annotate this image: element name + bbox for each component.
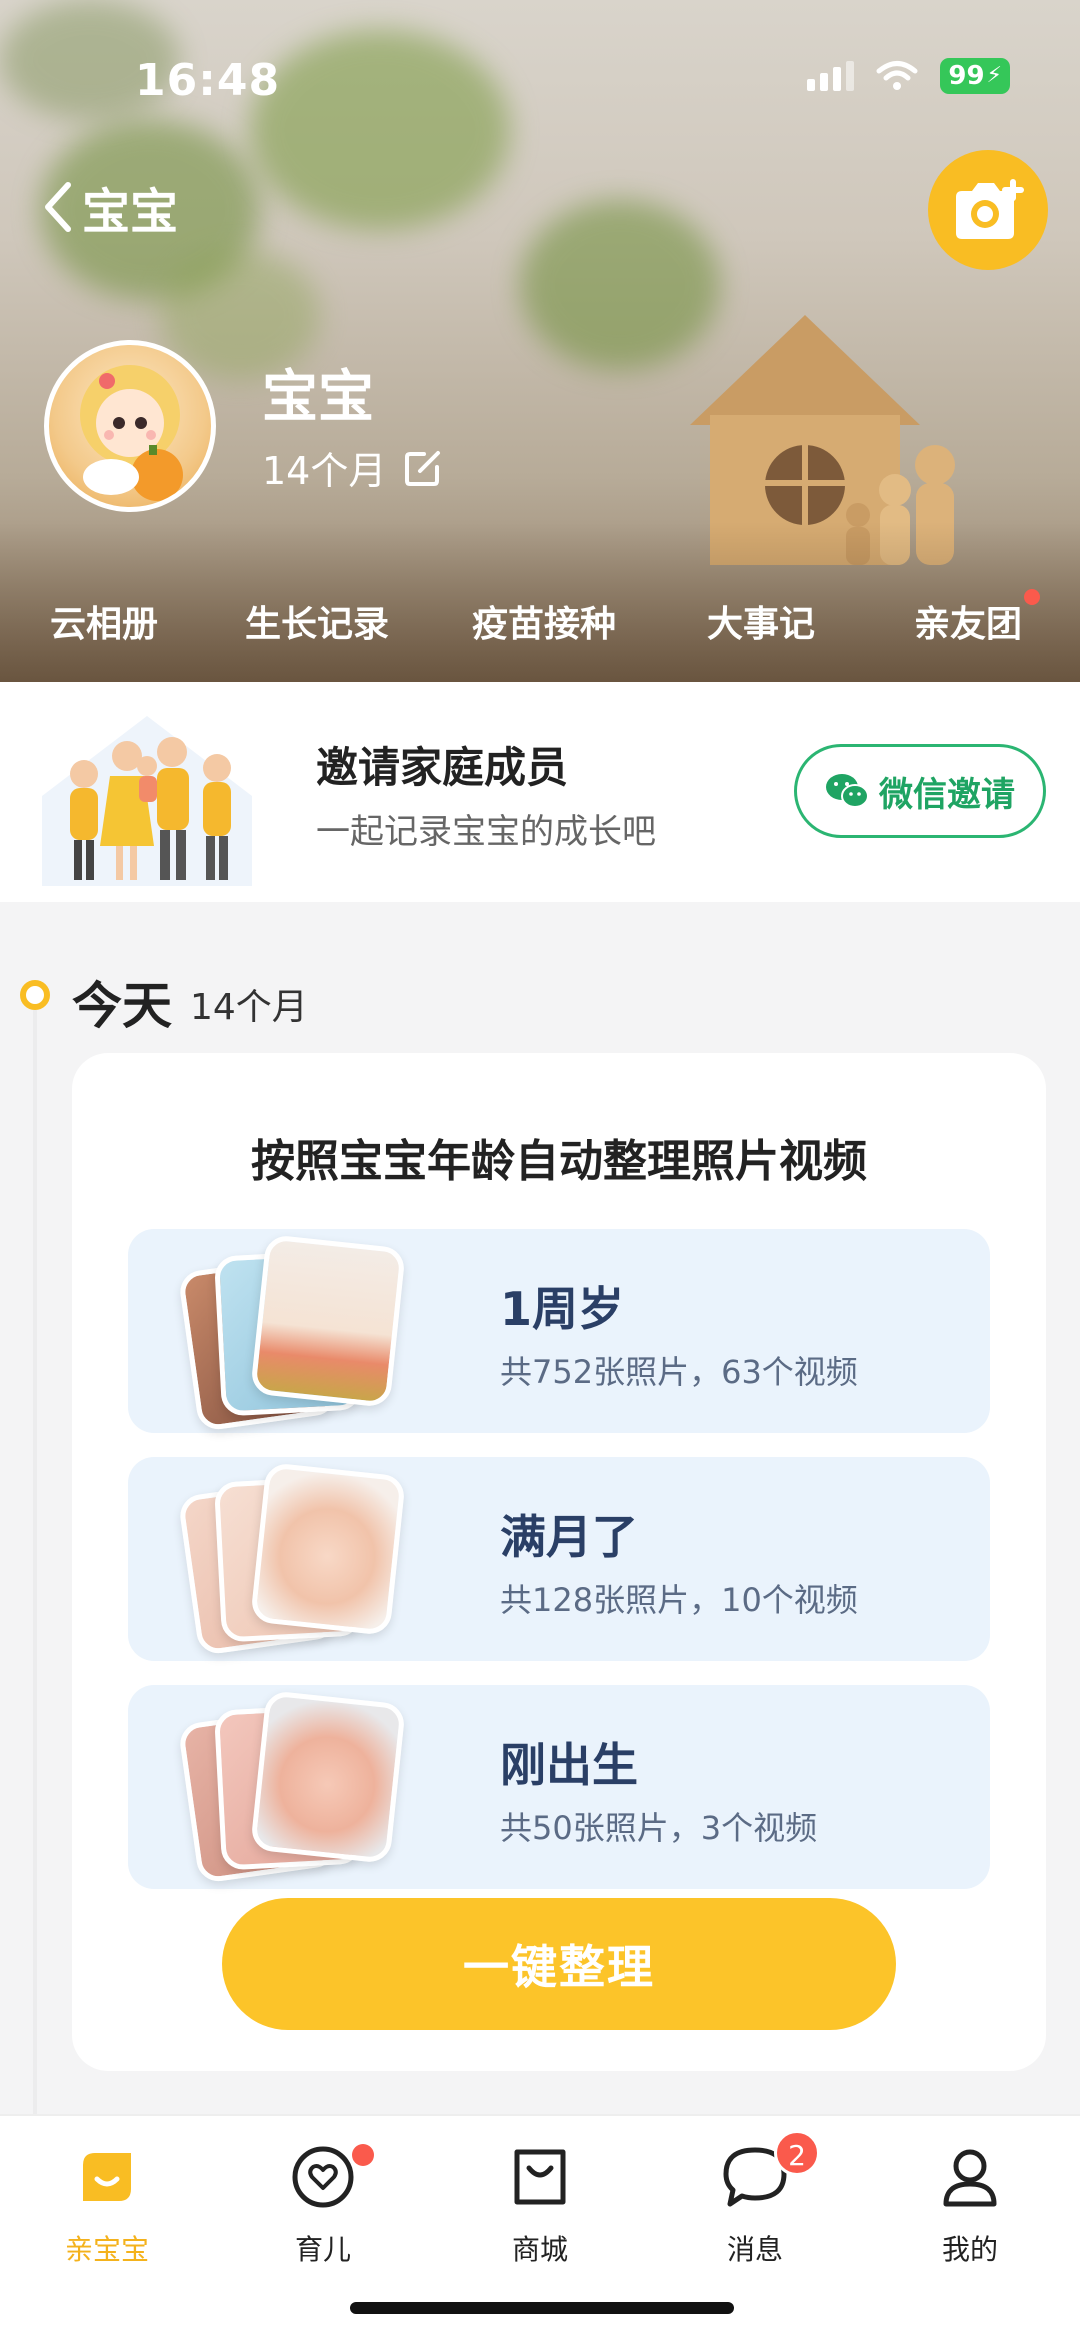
nav-label: 亲宝宝 — [64, 2233, 149, 2266]
photo-stack — [177, 1690, 428, 1884]
age-group-stats: 共752张照片，63个视频 — [500, 1353, 858, 1391]
age-group-name: 1周岁 — [500, 1282, 625, 1336]
chevron-left-icon — [45, 182, 71, 232]
parenting-dot — [352, 2144, 374, 2166]
tab-milestones[interactable]: 大事记 — [707, 595, 815, 647]
nav-item-parenting[interactable]: 育儿 — [248, 2140, 398, 2268]
age-group-newborn[interactable]: 刚出生 共50张照片，3个视频 — [128, 1685, 990, 1889]
baby-album-page: 16:48 99 ⚡ 宝宝 宝宝 14个月 云相册 生长记录 疫苗接种 大事记 … — [0, 0, 1080, 2341]
status-icons: 99 ⚡ — [807, 58, 1010, 94]
cellular-signal-icon — [807, 61, 855, 91]
invite-subtitle: 一起记录宝宝的成长吧 — [316, 812, 656, 852]
timeline-dot — [20, 980, 50, 1010]
heart-icon — [292, 2146, 354, 2208]
age-group-1st-birthday[interactable]: 1周岁 共752张照片，63个视频 — [128, 1229, 990, 1433]
auto-organize-card: 按照宝宝年龄自动整理照片视频 1周岁 共752张照片，63个视频 满月了 共12… — [72, 1053, 1046, 2071]
battery-indicator: 99 ⚡ — [940, 58, 1010, 94]
back-label: 宝宝 — [82, 184, 179, 240]
nav-label: 商城 — [511, 2233, 568, 2266]
home-face-icon — [83, 2153, 131, 2201]
wechat-invite-label: 微信邀请 — [879, 774, 1015, 815]
add-photo-button[interactable] — [928, 150, 1048, 270]
wechat-invite-button[interactable]: 微信邀请 — [794, 744, 1046, 838]
family-illustration — [42, 716, 252, 886]
nav-label: 育儿 — [294, 2233, 351, 2266]
nav-label: 我的 — [941, 2233, 998, 2266]
charging-bolt-icon: ⚡ — [986, 63, 1002, 88]
birthday-cake-photo — [250, 1234, 406, 1408]
tab-family-group[interactable]: 亲友团 — [914, 595, 1022, 647]
nav-item-mall[interactable]: 商城 — [465, 2140, 615, 2268]
feature-tabs: 云相册 生长记录 疫苗接种 大事记 亲友团 — [0, 589, 1080, 655]
wifi-icon — [876, 61, 918, 90]
baby-age: 14个月 — [262, 449, 387, 493]
nav-item-qinbaobao[interactable]: 亲宝宝 — [32, 2140, 182, 2268]
home-indicator[interactable] — [350, 2302, 734, 2314]
avatar[interactable] — [44, 340, 216, 512]
wechat-icon — [826, 774, 869, 808]
invite-title: 邀请家庭成员 — [316, 743, 569, 792]
today-label: 今天 — [72, 977, 172, 1035]
tab-vaccination[interactable]: 疫苗接种 — [472, 595, 616, 647]
status-time: 16:48 — [135, 55, 281, 106]
shopping-bag-icon — [514, 2149, 566, 2205]
nav-item-me[interactable]: 我的 — [895, 2140, 1045, 2268]
one-click-organize-button[interactable]: 一键整理 — [222, 1898, 896, 2030]
tab-cloud-album[interactable]: 云相册 — [50, 595, 158, 647]
hero-banner: 16:48 99 ⚡ 宝宝 宝宝 14个月 云相册 生长记录 疫苗接种 大事记 … — [0, 0, 1080, 682]
cartoon-girl-avatar-icon — [80, 365, 183, 501]
timeline-line — [33, 1010, 37, 2120]
age-group-name: 满月了 — [500, 1510, 638, 1564]
age-group-stats: 共128张照片，10个视频 — [500, 1581, 858, 1619]
photo-stack — [177, 1462, 428, 1656]
person-icon — [943, 2149, 997, 2207]
family-group-dot — [1024, 589, 1040, 605]
invite-family-banner: 邀请家庭成员 一起记录宝宝的成长吧 微信邀请 — [0, 682, 1080, 902]
today-age: 14个月 — [190, 987, 308, 1028]
age-group-stats: 共50张照片，3个视频 — [500, 1809, 818, 1847]
card-title: 按照宝宝年龄自动整理照片视频 — [251, 1136, 867, 1187]
photo-stack — [177, 1234, 428, 1432]
nav-item-messages[interactable]: 2 消息 — [680, 2130, 830, 2268]
edit-icon[interactable] — [404, 449, 442, 487]
nav-label: 消息 — [726, 2233, 783, 2266]
back-button[interactable]: 宝宝 — [40, 172, 178, 242]
age-group-name: 刚出生 — [500, 1738, 638, 1792]
messages-badge: 2 — [774, 2130, 820, 2176]
newborn-crying-photo — [250, 1690, 406, 1864]
baby-age-row[interactable]: 14个月 — [262, 440, 442, 495]
newborn-headband-photo — [250, 1462, 406, 1636]
baby-name: 宝宝 — [262, 365, 374, 430]
camera-add-icon — [956, 179, 1024, 239]
tab-growth-record[interactable]: 生长记录 — [245, 595, 389, 647]
age-group-full-month[interactable]: 满月了 共128张照片，10个视频 — [128, 1457, 990, 1661]
